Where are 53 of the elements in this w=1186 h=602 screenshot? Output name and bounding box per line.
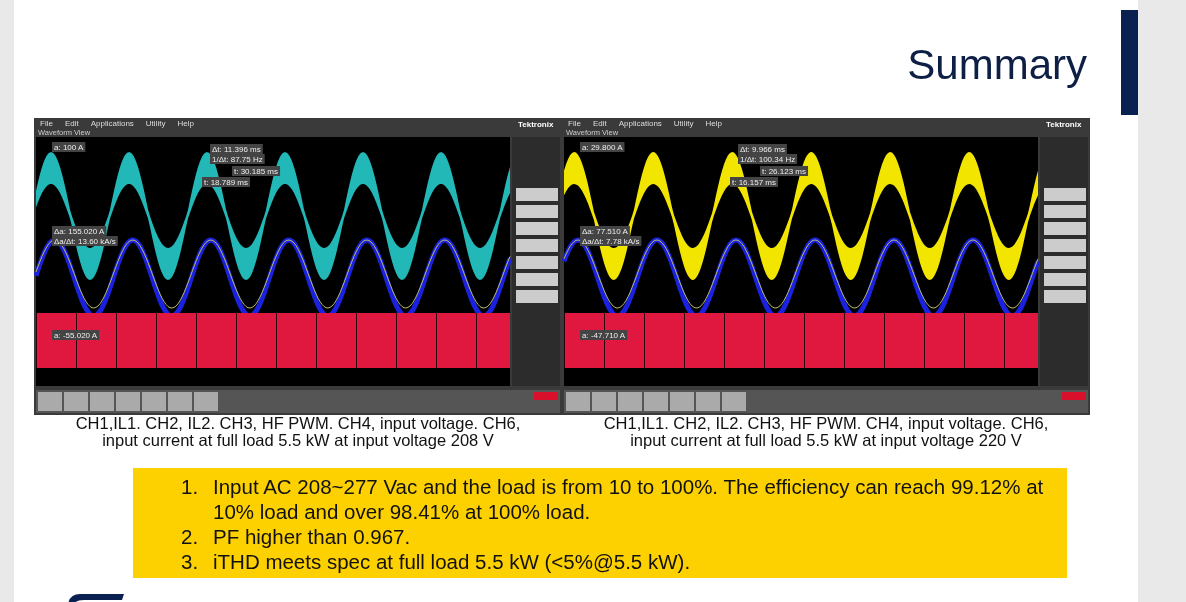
summary-point: PF higher than 0.967. (213, 524, 411, 549)
figure-caption: input current at full load 5.5 kW at input voltage 220 V (629, 432, 1023, 449)
cursor-readout: t: 18.789 ms (202, 177, 251, 187)
measurement-tile (516, 239, 558, 252)
menu-label: Utility (145, 119, 166, 128)
measurement-tile (1044, 256, 1086, 269)
menu-label: Applications (618, 119, 662, 128)
cursor-readout: a: 100 A (52, 142, 86, 152)
cursor-readout: Δa/Δt: 13.60 kA/s (52, 236, 118, 246)
menu-label: File (40, 119, 53, 128)
cursor-readout: Δt: 11.396 ms (210, 144, 263, 154)
measurement-tile (1044, 222, 1086, 235)
cursor-readout: a: 29.800 A (580, 142, 625, 152)
menu-label: Applications (90, 119, 134, 128)
measurement-tile (516, 222, 558, 235)
menu-label: Edit (592, 119, 607, 128)
list-number: 2. (181, 524, 200, 549)
cursor-readout: a: -47.710 A (580, 330, 628, 340)
cursor-readout: Δa/Δt: 7.78 kA/s (580, 236, 642, 246)
cursor-readout: t: 16.157 ms (730, 177, 779, 187)
cursor-readout: Δa: 155.020 A (52, 226, 107, 236)
menu-label: File (568, 119, 581, 128)
summary-point: iTHD meets spec at full load 5.5 kW (<5%@5.5 kW). (213, 549, 691, 574)
measurement-tile (516, 273, 558, 286)
summary-point: Input AC 208~277 Vac and the load is from 10 to 100%. The efficiency can reach 99.12% at 10% load and over 98.41% at 100% load. (213, 474, 1045, 524)
measurement-tile (516, 256, 558, 269)
cursor-readout: t: 30.185 ms (232, 166, 281, 176)
cursor-readout: 1/Δt: 87.75 Hz (210, 154, 265, 164)
figure-caption: input current at full load 5.5 kW at input voltage 208 V (101, 432, 495, 449)
cursor-readout: t: 26.123 ms (760, 166, 809, 176)
menu-label: Edit (64, 119, 79, 128)
measurement-tile (516, 290, 558, 303)
brand-label: Tektronix (518, 120, 554, 129)
menu-label: Utility (673, 119, 694, 128)
cursor-readout: Δt: 9.966 ms (738, 144, 787, 154)
measurement-tile (1044, 273, 1086, 286)
cursor-readout: a: -55.020 A (52, 330, 100, 340)
menu-label: Help (177, 119, 194, 128)
measurement-tile (1044, 239, 1086, 252)
slide-title: Summary (907, 44, 1087, 86)
measurement-tile (1044, 188, 1086, 201)
cursor-readout: 1/Δt: 100.34 Hz (738, 154, 798, 164)
menu-label: Help (705, 119, 722, 128)
brand-label: Tektronix (1046, 120, 1082, 129)
measurement-tile (516, 205, 558, 218)
measurement-tile (516, 188, 558, 201)
cursor-readout: Δa: 77.510 A (580, 226, 630, 236)
list-number: 1. (181, 474, 200, 500)
measurement-tile (1044, 290, 1086, 303)
figure-caption: CH1,IL1. CH2, IL2. CH3, HF PWM. CH4, input voltage. CH6, (74, 415, 522, 432)
figure-caption: CH1,IL1. CH2, IL2. CH3, HF PWM. CH4, input voltage. CH6, (602, 415, 1050, 432)
list-number: 3. (181, 549, 200, 574)
measurement-tile (1044, 205, 1086, 218)
